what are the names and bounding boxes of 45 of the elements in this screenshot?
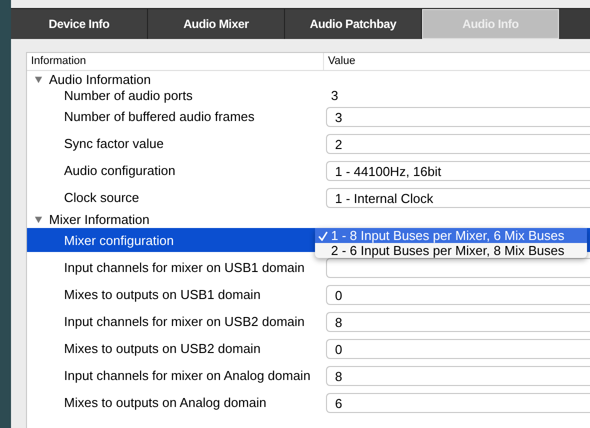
table-row[interactable]: Mixes to outputs on USB1 domain 0 bbox=[27, 281, 590, 308]
value-field[interactable]: 2 bbox=[326, 134, 590, 154]
property-label: Number of audio ports bbox=[64, 88, 193, 102]
column-header[interactable]: Value bbox=[324, 53, 356, 70]
value-field[interactable]: 3 bbox=[326, 106, 590, 126]
property-label: Mixer configuration bbox=[64, 232, 174, 248]
checkmark-icon bbox=[318, 230, 328, 240]
property-label: Audio configuration bbox=[64, 163, 176, 178]
collapse-triangle-icon[interactable] bbox=[34, 214, 43, 224]
table-row[interactable]: Sync factor value 2 bbox=[27, 130, 590, 157]
property-label: Clock source bbox=[64, 190, 140, 205]
group-label: Mixer Information bbox=[49, 212, 150, 226]
value-field[interactable]: 1 - 44100Hz, 16bit bbox=[326, 160, 590, 180]
property-label: Input channels for mixer on USB2 domain bbox=[64, 314, 305, 329]
tab[interactable]: Device Info bbox=[11, 9, 148, 39]
property-label: Input channels for mixer on USB1 domain bbox=[64, 260, 305, 275]
value-field[interactable]: 1 - Internal Clock bbox=[326, 188, 590, 208]
table-row[interactable]: Input channels for mixer on USB2 domain 8 bbox=[27, 308, 590, 335]
property-label: Mixes to outputs on USB1 domain bbox=[64, 287, 261, 302]
property-label: Sync factor value bbox=[64, 136, 164, 151]
value-field[interactable]: 8 bbox=[326, 366, 590, 386]
table-row[interactable]: Mixes to outputs on USB2 domain 0 bbox=[27, 335, 590, 362]
table-row[interactable]: Number of audio ports 3 bbox=[27, 87, 590, 103]
tab[interactable]: Audio Patchbay bbox=[285, 9, 422, 39]
value-field[interactable]: 0 bbox=[326, 284, 590, 304]
tab[interactable]: Audio Mixer bbox=[148, 9, 285, 39]
group-label: Audio Information bbox=[49, 72, 151, 86]
menu-item[interactable]: 1 - 8 Input Buses per Mixer, 6 Mix Buses bbox=[315, 228, 587, 243]
collapse-triangle-icon[interactable] bbox=[34, 74, 43, 84]
property-label: Mixes to outputs on Analog domain bbox=[64, 395, 266, 410]
table-row[interactable]: Mixes to outputs on Analog domain 6 bbox=[27, 389, 590, 416]
property-label: Input channels for mixer on Analog domain bbox=[64, 368, 310, 383]
table-row[interactable]: Audio configuration 1 - 44100Hz, 16bit bbox=[27, 157, 590, 184]
value-field[interactable]: 6 bbox=[326, 392, 590, 412]
value-field[interactable]: 0 bbox=[326, 338, 590, 358]
value-field[interactable] bbox=[326, 258, 590, 278]
table-row[interactable]: Input channels for mixer on Analog domain 8 bbox=[27, 362, 590, 389]
value-field[interactable]: 8 bbox=[326, 312, 590, 332]
property-label: Number of buffered audio frames bbox=[64, 109, 255, 124]
property-label: Mixes to outputs on USB2 domain bbox=[64, 341, 261, 356]
table-row[interactable]: Number of buffered audio frames 3 bbox=[27, 103, 590, 130]
table-row[interactable]: Clock source 1 - Internal Clock bbox=[27, 184, 590, 211]
column-header[interactable]: Information bbox=[27, 53, 324, 70]
property-value: 3 bbox=[330, 88, 338, 102]
menu-item[interactable]: 2 - 6 Input Buses per Mixer, 8 Mix Buses bbox=[315, 243, 587, 258]
